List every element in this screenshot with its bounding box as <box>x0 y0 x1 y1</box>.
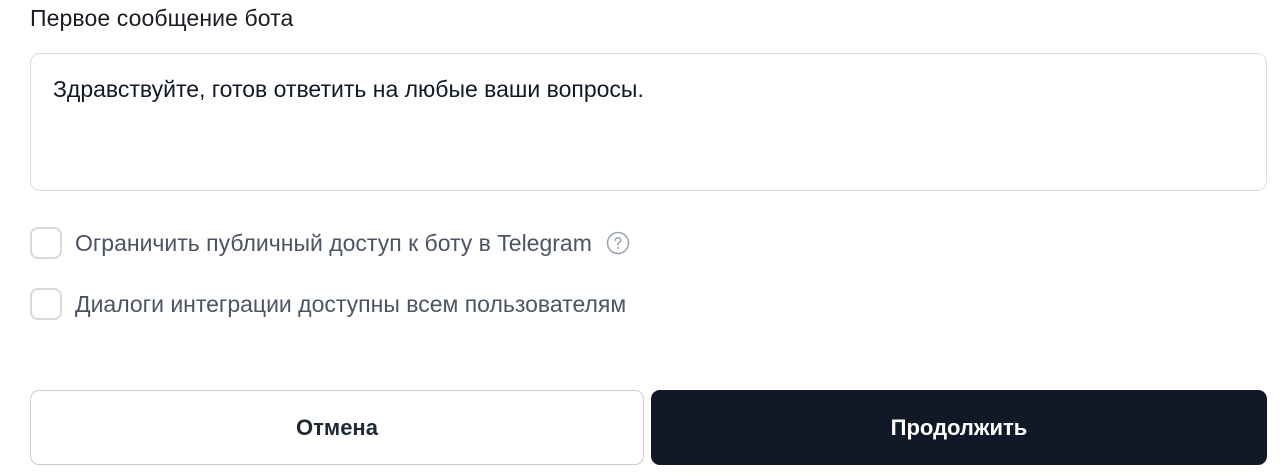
restrict-access-checkbox[interactable] <box>30 227 62 259</box>
cancel-button[interactable]: Отмена <box>30 390 644 465</box>
question-circle-icon[interactable] <box>606 231 630 255</box>
dialogs-public-label[interactable]: Диалоги интеграции доступны всем пользов… <box>75 290 626 318</box>
first-message-field-wrapper[interactable]: Здравствуйте, готов ответить на любые ва… <box>30 53 1267 191</box>
first-message-textarea[interactable]: Здравствуйте, готов ответить на любые ва… <box>53 74 1244 170</box>
restrict-access-option[interactable]: Ограничить публичный доступ к боту в Tel… <box>30 226 630 260</box>
bot-settings-form: Первое сообщение бота Здравствуйте, гото… <box>0 0 1280 476</box>
restrict-access-label[interactable]: Ограничить публичный доступ к боту в Tel… <box>75 229 592 257</box>
first-message-label: Первое сообщение бота <box>30 5 294 31</box>
continue-button[interactable]: Продолжить <box>651 390 1267 465</box>
dialogs-public-option[interactable]: Диалоги интеграции доступны всем пользов… <box>30 287 626 321</box>
dialogs-public-checkbox[interactable] <box>30 288 62 320</box>
